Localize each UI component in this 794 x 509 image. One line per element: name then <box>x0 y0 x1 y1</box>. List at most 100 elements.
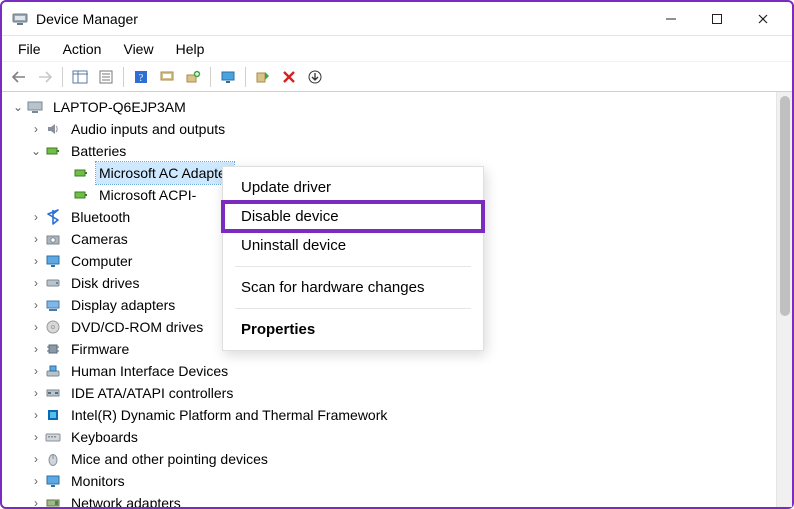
tree-root[interactable]: ⌄ LAPTOP-Q6EJP3AM <box>6 96 776 118</box>
ctx-update-driver[interactable]: Update driver <box>223 173 483 202</box>
hid-icon <box>44 362 62 380</box>
monitor-icon <box>44 252 62 270</box>
expand-icon[interactable]: › <box>28 118 44 140</box>
collapse-icon[interactable]: ⌄ <box>28 140 44 162</box>
expand-icon[interactable]: › <box>28 404 44 426</box>
close-button[interactable] <box>740 2 786 36</box>
menu-file[interactable]: File <box>8 39 51 59</box>
expand-icon[interactable]: › <box>28 294 44 316</box>
tree-label: Microsoft ACPI- <box>96 184 199 206</box>
tree-label: Mice and other pointing devices <box>68 448 271 470</box>
tree-item-batteries[interactable]: ⌄ Batteries <box>6 140 776 162</box>
expand-icon[interactable]: › <box>28 426 44 448</box>
tree-label: DVD/CD-ROM drives <box>68 316 206 338</box>
computer-icon <box>26 98 44 116</box>
tree-label: Keyboards <box>68 426 141 448</box>
tree-root-label: LAPTOP-Q6EJP3AM <box>50 96 189 118</box>
scan-hardware-button[interactable] <box>156 66 178 88</box>
svg-text:?: ? <box>139 73 144 84</box>
tree-item-ide[interactable]: › IDE ATA/ATAPI controllers <box>6 382 776 404</box>
context-menu: Update driver Disable device Uninstall d… <box>222 166 484 351</box>
titlebar: Device Manager <box>2 2 792 36</box>
tree-label: Bluetooth <box>68 206 133 228</box>
tree-item-hid[interactable]: › Human Interface Devices <box>6 360 776 382</box>
ctx-uninstall-device[interactable]: Uninstall device <box>223 231 483 260</box>
scrollbar-thumb[interactable] <box>780 96 790 316</box>
expand-icon[interactable]: › <box>28 338 44 360</box>
toolbar-separator <box>210 67 211 87</box>
minimize-button[interactable] <box>648 2 694 36</box>
expand-icon[interactable]: › <box>28 492 44 507</box>
intel-icon <box>44 406 62 424</box>
mouse-icon <box>44 450 62 468</box>
tree-label: Batteries <box>68 140 129 162</box>
device-manager-icon <box>12 11 28 27</box>
controller-icon <box>44 384 62 402</box>
ctx-separator <box>235 266 471 267</box>
expand-icon[interactable]: › <box>28 360 44 382</box>
tree-item-monitors[interactable]: › Monitors <box>6 470 776 492</box>
expand-icon[interactable]: › <box>28 448 44 470</box>
tree-label: IDE ATA/ATAPI controllers <box>68 382 236 404</box>
tree-label: Disk drives <box>68 272 142 294</box>
back-button[interactable] <box>8 66 30 88</box>
uninstall-device-button[interactable] <box>278 66 300 88</box>
display-adapter-icon <box>44 296 62 314</box>
ctx-scan-changes[interactable]: Scan for hardware changes <box>223 273 483 302</box>
tree-item-keyboards[interactable]: › Keyboards <box>6 426 776 448</box>
tree-label: Intel(R) Dynamic Platform and Thermal Fr… <box>68 404 390 426</box>
expand-icon[interactable]: › <box>28 382 44 404</box>
content-area: ⌄ LAPTOP-Q6EJP3AM › Audio inputs and out… <box>2 92 792 507</box>
window-title: Device Manager <box>36 11 138 27</box>
monitor-icon <box>44 472 62 490</box>
down-arrow-button[interactable] <box>304 66 326 88</box>
forward-button[interactable] <box>34 66 56 88</box>
monitor-icon-button[interactable] <box>217 66 239 88</box>
tree-label: Firmware <box>68 338 132 360</box>
bluetooth-icon <box>44 208 62 226</box>
expand-icon[interactable]: › <box>28 250 44 272</box>
expand-icon[interactable]: › <box>28 228 44 250</box>
menu-help[interactable]: Help <box>166 39 215 59</box>
tree-label: Computer <box>68 250 135 272</box>
menubar: File Action View Help <box>2 36 792 62</box>
tree-label: Audio inputs and outputs <box>68 118 228 140</box>
battery-icon <box>72 186 90 204</box>
maximize-button[interactable] <box>694 2 740 36</box>
ctx-properties[interactable]: Properties <box>223 315 483 344</box>
vertical-scrollbar[interactable] <box>776 92 792 507</box>
menu-action[interactable]: Action <box>53 39 112 59</box>
camera-icon <box>44 230 62 248</box>
battery-icon <box>72 164 90 182</box>
help-button[interactable]: ? <box>130 66 152 88</box>
disk-icon <box>44 274 62 292</box>
ctx-separator <box>235 308 471 309</box>
expand-icon[interactable]: › <box>28 206 44 228</box>
network-adapter-icon <box>44 494 62 507</box>
expand-icon[interactable]: › <box>28 272 44 294</box>
battery-icon <box>44 142 62 160</box>
update-driver-button[interactable] <box>182 66 204 88</box>
tree-item-network[interactable]: › Network adapters <box>6 492 776 507</box>
ctx-disable-device[interactable]: Disable device <box>223 202 483 231</box>
tree-item-mice[interactable]: › Mice and other pointing devices <box>6 448 776 470</box>
chip-icon <box>44 340 62 358</box>
toolbar-separator <box>123 67 124 87</box>
enable-device-button[interactable] <box>252 66 274 88</box>
speaker-icon <box>44 120 62 138</box>
tree-label: Monitors <box>68 470 128 492</box>
tree-label: Network adapters <box>68 492 184 507</box>
toolbar-separator <box>245 67 246 87</box>
expand-icon[interactable]: › <box>28 470 44 492</box>
disc-icon <box>44 318 62 336</box>
menu-view[interactable]: View <box>113 39 163 59</box>
keyboard-icon <box>44 428 62 446</box>
properties-button[interactable] <box>95 66 117 88</box>
tree-item-intel[interactable]: › Intel(R) Dynamic Platform and Thermal … <box>6 404 776 426</box>
tree-label: Microsoft AC Adapter <box>96 162 234 184</box>
expand-icon[interactable]: › <box>28 316 44 338</box>
show-hide-tree-button[interactable] <box>69 66 91 88</box>
tree-label: Cameras <box>68 228 131 250</box>
collapse-icon[interactable]: ⌄ <box>10 96 26 118</box>
tree-item-audio[interactable]: › Audio inputs and outputs <box>6 118 776 140</box>
